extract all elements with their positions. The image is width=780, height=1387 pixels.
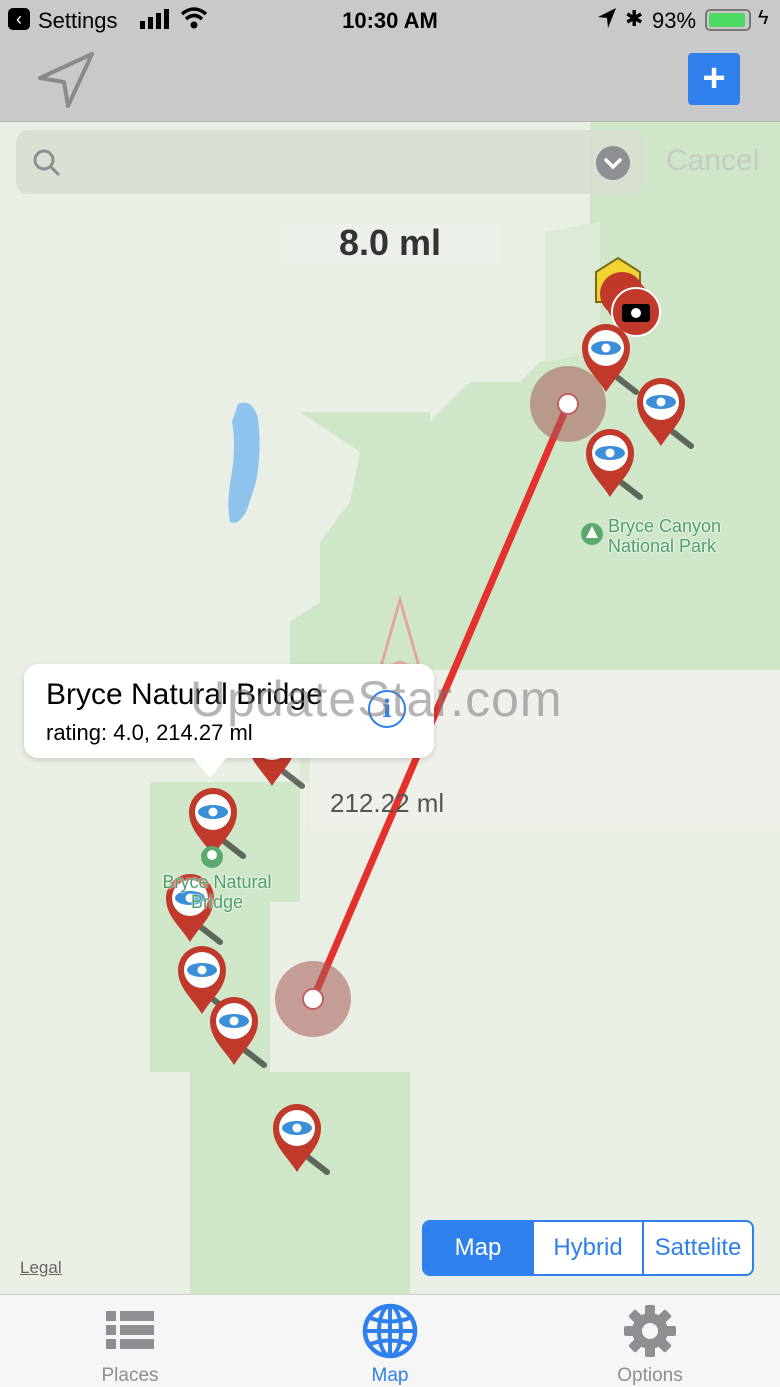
top-toolbar: +	[0, 40, 780, 122]
charging-bolt-icon: ϟ	[758, 7, 769, 29]
add-place-button[interactable]: +	[688, 53, 740, 105]
lake-shape	[228, 402, 260, 523]
map-type-segmented-control: Map Hybrid Sattelite	[422, 1220, 754, 1276]
map-view[interactable]: Cancel 8.0 ml Bryce Canyon National Park…	[0, 122, 780, 1294]
cancel-button[interactable]: Cancel	[666, 144, 759, 178]
list-icon	[106, 1311, 154, 1349]
tab-places-label: Places	[101, 1365, 159, 1386]
map-scale-label: 8.0 ml	[280, 222, 500, 264]
globe-icon	[362, 1303, 418, 1359]
tab-map[interactable]: Map	[310, 1295, 470, 1387]
gear-icon	[624, 1305, 676, 1357]
bluetooth-icon: ✱	[625, 6, 644, 31]
search-dropdown-button[interactable]	[596, 146, 630, 180]
current-location-icon[interactable]	[34, 50, 98, 110]
tab-places[interactable]: Places	[50, 1295, 210, 1387]
segment-map[interactable]: Map	[424, 1222, 532, 1274]
tab-options-label: Options	[617, 1365, 683, 1386]
chevron-down-icon	[604, 158, 622, 170]
legal-link[interactable]: Legal	[20, 1258, 62, 1278]
search-input[interactable]	[72, 144, 582, 180]
route-distance-label: 212.22 ml	[330, 788, 445, 818]
bridge-poi-label[interactable]: Bryce Natural Bridge	[152, 872, 282, 912]
search-bar	[16, 130, 644, 194]
watermark-text: UpdateStar.com	[190, 671, 563, 727]
segment-satellite[interactable]: Sattelite	[642, 1222, 752, 1274]
segment-hybrid[interactable]: Hybrid	[532, 1222, 642, 1274]
location-arrow-icon	[598, 8, 616, 28]
tab-bar: Places Map Options	[0, 1294, 780, 1387]
tab-map-label: Map	[371, 1365, 409, 1386]
park-poi-label[interactable]: Bryce Canyon National Park	[608, 516, 721, 556]
status-bar: ‹ Settings 10:30 AM ✱ 93% ϟ	[0, 0, 780, 40]
battery-icon	[705, 9, 751, 31]
search-icon	[33, 149, 61, 177]
battery-percent: 93%	[652, 8, 697, 33]
tab-options[interactable]: Options	[570, 1295, 730, 1387]
